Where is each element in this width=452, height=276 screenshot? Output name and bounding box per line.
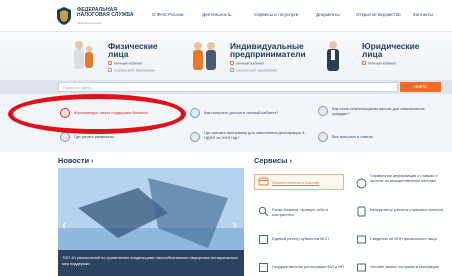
hero-entrepreneurs[interactable]: Индивидуальные предприниматели Личный ка… [170,32,310,80]
service-pay-taxes[interactable]: Оплата налогов и пошлин [272,180,319,185]
red-highlight-ellipse [8,94,186,134]
slider-next-icon[interactable]: › [233,218,237,232]
calculator-icon [357,206,366,217]
search-input[interactable]: Поиск по сайту [58,82,398,92]
lock-icon [362,61,366,65]
hero-individuals-app[interactable]: Скачать моб. приложение [108,68,155,72]
registration-icon [259,263,268,272]
faq-icon [318,132,328,142]
news-heading[interactable]: Новости › [58,156,94,165]
hero-entrepreneurs-app[interactable]: Скачать моб. приложение [230,68,277,72]
news-caption[interactable]: ТОП-10 разъяснений по применению владель… [62,255,238,267]
hero-title-line: предприниматели [230,49,306,59]
hero-individuals-cabinet[interactable]: Личный кабинет [108,61,143,65]
nav-contacts[interactable]: Контакты [413,12,433,17]
download-icon [190,132,200,142]
service-insurance-calculator[interactable]: Калькулятор расчета страховых взносов [370,207,448,212]
requisites-icon [60,132,70,142]
business-risk-icon [258,206,269,217]
hero-entrepreneurs-title: Индивидуальные предприниматели [230,42,306,58]
hero-legal-title: Юридические лица [362,42,419,58]
app-label: Скачать моб. приложение [114,68,155,73]
self-employed-icon [318,106,328,116]
hero-title-line: лица [108,49,129,59]
quick-link-all-faq[interactable]: Все вопросы и ответы [332,134,442,139]
hero-entrepreneurs-cabinet[interactable]: Личный кабинет [230,61,265,65]
fns-emblem-icon[interactable] [55,6,73,26]
audience-hero: Физические лица Личный кабинет Скачать м… [0,32,452,80]
appointment-icon [357,263,366,272]
nav-services[interactable]: Сервисы и госуслуги [254,12,298,17]
cabinet-label: Личный кабинет [236,61,265,66]
cabinet-question-icon [190,108,200,118]
cabinet-label: Личный кабинет [368,61,397,66]
individuals-figure-icon [74,41,93,69]
search-button[interactable]: Найти [400,82,441,92]
info-icon [356,178,367,189]
logo-title[interactable]: ФЕДЕРАЛЬНАЯ НАЛОГОВАЯ СЛУЖБА [77,8,134,18]
hero-individuals[interactable]: Физические лица Личный кабинет Скачать м… [0,32,170,80]
service-msp-registry[interactable]: Единый реестр субъектов МСП [272,236,350,241]
nav-open-agency[interactable]: Открытое ведомство [356,12,401,17]
lock-icon [230,61,234,65]
phone-icon [230,68,234,72]
site-header: ФЕДЕРАЛЬНАЯ НАЛОГОВАЯ СЛУЖБА официальный… [0,0,452,32]
hero-legal-entities[interactable]: Юридические лица Личный кабинет [310,32,452,80]
quick-link-self-employed[interactable]: Как стать плательщиком налога для самоза… [332,106,442,116]
app-label: Скачать моб. приложение [236,68,277,73]
quick-link-requisites[interactable]: Где узнать реквизиты [74,134,174,139]
inn-icon [357,235,366,244]
registry-icon [259,235,268,244]
service-state-registration[interactable]: Государственная регистрация ЮЛ и ИП [272,264,350,269]
hero-individuals-title: Физические лица [108,42,158,58]
service-business-risks[interactable]: Риски бизнеса: проверь себя и контрагент… [272,207,350,217]
slider-prev-icon[interactable]: ‹ [62,218,66,232]
lock-icon [108,61,112,65]
service-inn-info[interactable]: Сведения об ИНН физического лица [370,236,448,241]
phone-icon [108,68,112,72]
hero-title-line: лица [362,49,383,59]
hero-legal-cabinet[interactable]: Личный кабинет [362,61,397,65]
payment-icon [258,177,269,186]
logo-line-2: НАЛОГОВАЯ СЛУЖБА [77,12,134,18]
service-property-tax-info[interactable]: Справочная информация о ставках и льгота… [370,173,448,183]
services-heading[interactable]: Сервисы › [254,156,292,165]
entrepreneurs-figure-icon [193,42,216,70]
nav-activity[interactable]: Деятельность [202,12,232,17]
nav-documents[interactable]: Документы [316,12,340,17]
cabinet-label: Личный кабинет [114,61,143,66]
nav-about[interactable]: О ФНС России [152,12,183,17]
quick-link-3ndfl[interactable]: Где скачать программу для заполнения дек… [204,130,316,140]
service-online-appointment[interactable]: Онлайн запись на прием в инспекцию [370,264,448,269]
legal-entity-figure-icon [327,41,339,71]
quick-link-cabinet-access[interactable]: Как получить доступ в личный кабинет? [204,110,314,115]
logo-subtitle: официальный сайт [77,21,102,25]
